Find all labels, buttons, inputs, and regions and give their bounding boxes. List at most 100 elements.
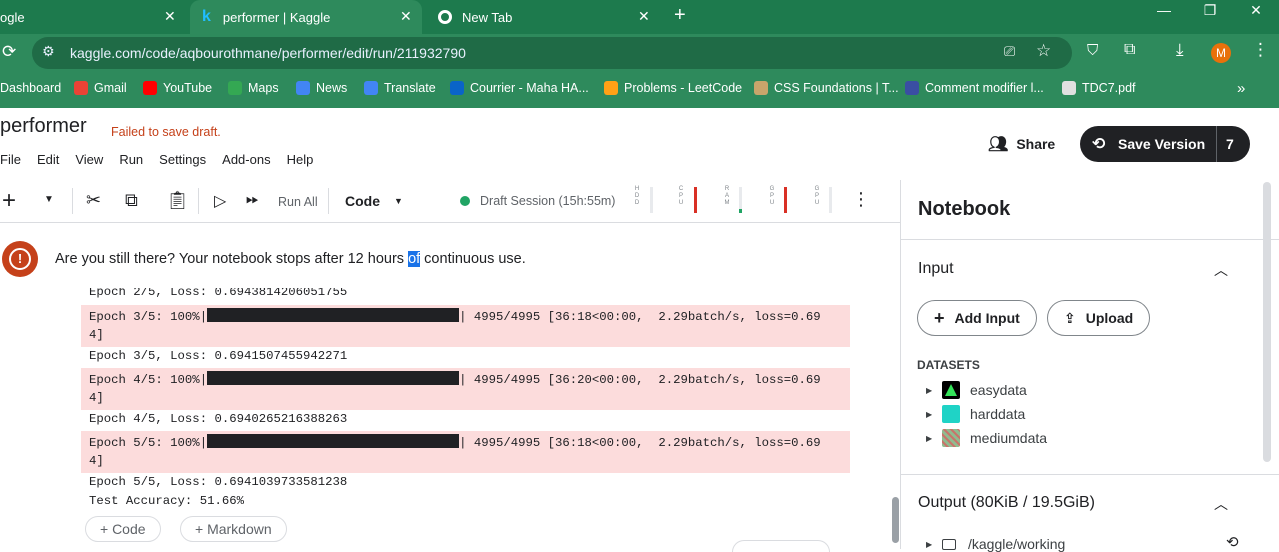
- url-text[interactable]: kaggle.com/code/aqbourothmane/performer/…: [70, 45, 466, 61]
- plus-icon: +: [934, 307, 945, 328]
- divider: [0, 222, 900, 223]
- loss-line: Epoch 3/5, Loss: 0.6941507455942271: [89, 349, 348, 363]
- chevron-down-icon[interactable]: ▼: [44, 194, 54, 205]
- bookmark-gmail[interactable]: Gmail: [74, 81, 127, 95]
- menu-edit[interactable]: Edit: [37, 152, 59, 167]
- install-app-icon[interactable]: ⎚: [1004, 43, 1015, 60]
- chevron-up-icon[interactable]: ︿: [1214, 494, 1228, 514]
- alert-text: Are you still there? Your notebook stops…: [55, 251, 526, 267]
- session-status[interactable]: Draft Session (15h:55m): [460, 194, 615, 208]
- extension-shield-icon[interactable]: ⛉: [1087, 42, 1098, 59]
- meter-fill: [739, 209, 742, 213]
- bookmark-maps[interactable]: Maps: [228, 81, 279, 95]
- gpu-meter-label: GPU: [769, 186, 775, 206]
- tab-kaggle[interactable]: k performer | Kaggle ✕: [190, 0, 422, 34]
- bookmark-star-icon[interactable]: ☆: [1036, 41, 1051, 61]
- youtube-icon: [143, 81, 157, 95]
- cpu-meter-label: CPU: [678, 186, 684, 206]
- cut-icon[interactable]: ✂: [86, 190, 101, 211]
- cell-type-select[interactable]: Code: [345, 193, 380, 209]
- add-input-button[interactable]: + Add Input: [917, 300, 1037, 336]
- site-settings-icon[interactable]: ⚙: [42, 43, 55, 60]
- dataset-name: harddata: [970, 406, 1026, 422]
- bookmark-leetcode[interactable]: Problems - LeetCode: [604, 81, 742, 95]
- download-icon[interactable]: ⤓: [1176, 40, 1184, 60]
- notebook-scrollbar[interactable]: [892, 497, 899, 543]
- bookmark-courrier[interactable]: Courrier - Maha HA...: [450, 81, 589, 95]
- caret-right-icon[interactable]: ▶: [926, 540, 942, 549]
- datasets-heading: DATASETS: [917, 358, 980, 372]
- menu-help[interactable]: Help: [287, 152, 314, 167]
- bookmark-label: TDC7.pdf: [1082, 81, 1136, 95]
- close-tab-icon[interactable]: ✕: [638, 8, 650, 25]
- bookmark-news[interactable]: News: [296, 81, 347, 95]
- profile-avatar[interactable]: M: [1211, 43, 1231, 63]
- copy-icon[interactable]: ⧉: [125, 190, 138, 211]
- caret-right-icon[interactable]: ▶: [926, 386, 942, 395]
- panel-title: Notebook: [918, 198, 1011, 220]
- chevron-down-icon[interactable]: ▼: [394, 196, 403, 206]
- paste-icon[interactable]: 📋︎: [166, 190, 189, 211]
- bookmark-comment-modifier[interactable]: Comment modifier l...: [905, 81, 1044, 95]
- maximize-icon[interactable]: ❐: [1187, 0, 1233, 34]
- dataset-item[interactable]: ▶ harddata: [926, 405, 1025, 423]
- version-count[interactable]: 7: [1226, 136, 1234, 152]
- tab-google[interactable]: ogle ✕: [0, 0, 188, 34]
- add-code-cell-button[interactable]: + Code: [85, 516, 161, 542]
- add-cell-icon[interactable]: +: [2, 187, 16, 215]
- bookmark-dashboard[interactable]: Dashboard: [0, 81, 61, 95]
- menu-file[interactable]: File: [0, 152, 21, 167]
- upload-icon: ⇪: [1064, 309, 1076, 326]
- run-all-button[interactable]: Run All: [278, 195, 318, 209]
- more-bookmarks-icon[interactable]: »: [1237, 80, 1245, 97]
- close-tab-icon[interactable]: ✕: [164, 8, 176, 25]
- divider: [1216, 126, 1217, 162]
- caret-right-icon[interactable]: ▶: [926, 434, 942, 443]
- menu-view[interactable]: View: [75, 152, 103, 167]
- minimize-icon[interactable]: —: [1141, 0, 1187, 34]
- maps-icon: [228, 81, 242, 95]
- browser-menu-icon[interactable]: ⋮: [1252, 40, 1269, 60]
- save-version-button[interactable]: ⟲ Save Version 7: [1080, 126, 1250, 162]
- refresh-icon[interactable]: ⟲: [1226, 533, 1239, 551]
- folder-icon: [942, 538, 956, 550]
- cell-actions[interactable]: [732, 540, 830, 552]
- add-markdown-cell-button[interactable]: + Markdown: [180, 516, 287, 542]
- run-all-icon[interactable]: ⏩︎: [246, 191, 259, 209]
- extensions-puzzle-icon[interactable]: ⧉: [1124, 41, 1135, 59]
- add-input-label: Add Input: [954, 310, 1020, 326]
- progress-line: Epoch 4/5: 100%| | 4995/4995 [36:20<00:00…: [81, 371, 850, 389]
- bookmark-css-foundations[interactable]: CSS Foundations | T...: [754, 81, 899, 95]
- share-button[interactable]: 👥︎ Share: [988, 132, 1055, 156]
- menu-settings[interactable]: Settings: [159, 152, 206, 167]
- output-folder-item[interactable]: ▶ /kaggle/working: [926, 536, 1065, 552]
- menu-add-ons[interactable]: Add-ons: [222, 152, 270, 167]
- output-section-label[interactable]: Output (80KiB / 19.5GiB): [918, 494, 1095, 512]
- reload-icon[interactable]: ⟳: [2, 42, 16, 62]
- close-window-icon[interactable]: ✕: [1233, 0, 1279, 34]
- omnibox[interactable]: ⚙ kaggle.com/code/aqbourothmane/performe…: [32, 37, 1072, 69]
- close-tab-icon[interactable]: ✕: [400, 8, 412, 25]
- panel-scrollbar[interactable]: [1263, 182, 1271, 462]
- hdd-meter-label: HDD: [634, 186, 640, 206]
- menu-run[interactable]: Run: [119, 152, 143, 167]
- progress-prefix: Epoch 3/5: 100%|: [89, 310, 208, 324]
- bookmark-youtube[interactable]: YouTube: [143, 81, 212, 95]
- caret-right-icon[interactable]: ▶: [926, 410, 942, 419]
- input-section-label[interactable]: Input: [918, 260, 954, 278]
- dataset-item[interactable]: ▶ easydata: [926, 381, 1027, 399]
- upload-button[interactable]: ⇪ Upload: [1047, 300, 1151, 336]
- progress-suffix: | 4995/4995 [36:18<00:00, 2.29batch/s, l…: [459, 310, 821, 324]
- run-cell-icon[interactable]: ▷: [214, 191, 226, 211]
- new-tab-plus-icon[interactable]: +: [674, 4, 686, 27]
- notebook-title[interactable]: performer: [0, 115, 87, 138]
- more-options-icon[interactable]: ⋮: [852, 189, 870, 210]
- chevron-up-icon[interactable]: ︿: [1214, 260, 1228, 280]
- progress-prefix: Epoch 4/5: 100%|: [89, 373, 208, 387]
- bookmark-tdc7[interactable]: TDC7.pdf: [1062, 81, 1136, 95]
- editor-menu-bar: File Edit View Run Settings Add-ons Help: [0, 152, 329, 167]
- bookmark-translate[interactable]: Translate: [364, 81, 436, 95]
- tab-new-tab[interactable]: New Tab ✕: [428, 0, 660, 34]
- upload-label: Upload: [1085, 310, 1134, 326]
- dataset-item[interactable]: ▶ mediumdata: [926, 429, 1047, 447]
